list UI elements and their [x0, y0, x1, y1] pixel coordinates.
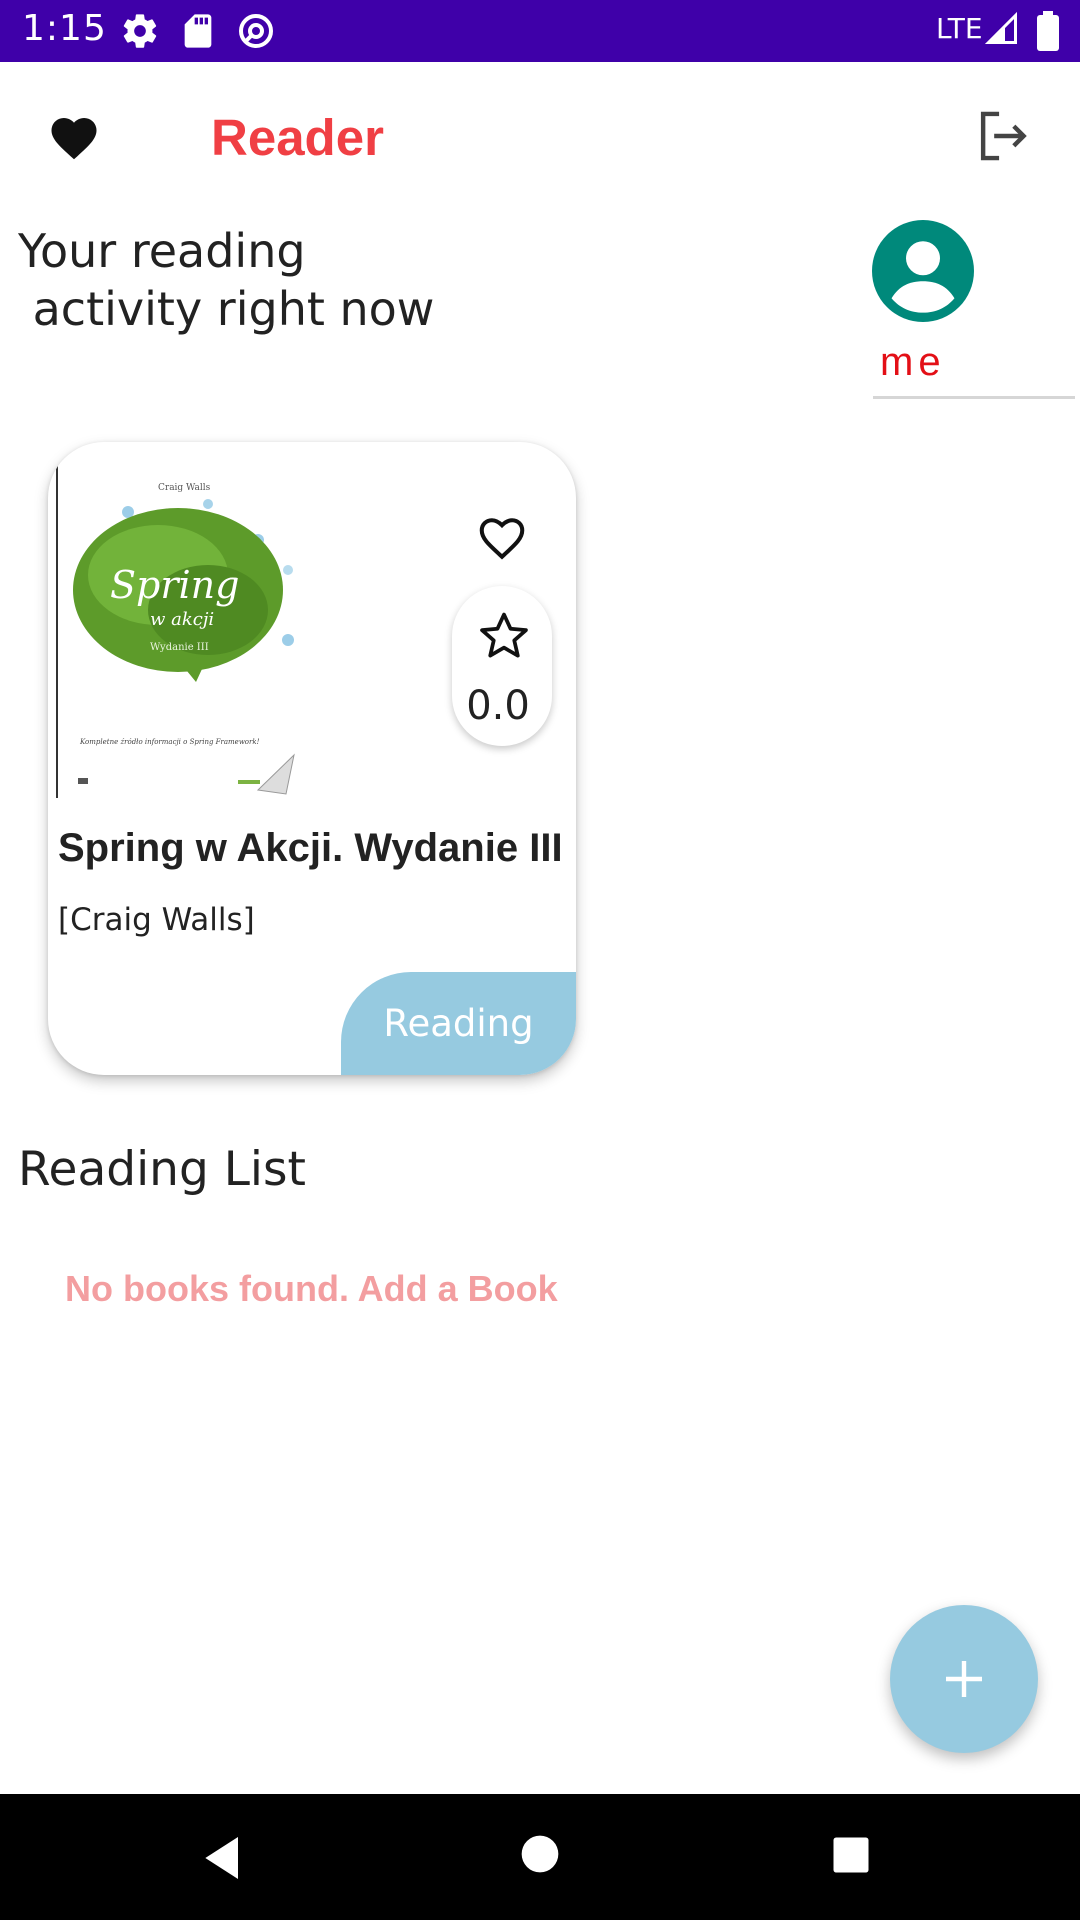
back-button[interactable]: [196, 1830, 252, 1886]
rating-value: 0.0: [466, 683, 530, 729]
network-type: LTE: [936, 12, 983, 45]
recents-icon: [833, 1837, 869, 1873]
favorite-outline-icon: [479, 518, 525, 560]
cover-tagline: Kompletne źródło informacji o Spring Fra…: [79, 738, 260, 746]
user-avatar[interactable]: [872, 220, 992, 340]
add-icon: [946, 1661, 982, 1697]
home-icon: [521, 1835, 559, 1873]
favorite-toggle[interactable]: [462, 496, 542, 576]
username: me: [880, 340, 946, 384]
logout-icon: [980, 111, 1027, 161]
signal-icon: [984, 11, 1024, 51]
book-author: [Craig Walls]: [58, 902, 255, 938]
settings-icon: [120, 11, 160, 51]
cover-author: Craig Walls: [158, 483, 211, 493]
book-title: Spring w Akcji. Wydanie III: [58, 826, 563, 870]
greeting-text: Your reading activity right now: [18, 224, 435, 336]
app-title: Reader: [211, 109, 384, 166]
cover-subtitle: w akcji: [150, 609, 214, 630]
add-book-button[interactable]: [890, 1605, 1038, 1753]
cover-edition: Wydanie III: [150, 642, 209, 653]
status-bar: 1:15 LTE: [0, 0, 1080, 62]
battery-icon: [1036, 11, 1076, 51]
username-underline: [873, 396, 1075, 399]
account-circle-icon: [872, 220, 974, 322]
logout-button[interactable]: [964, 96, 1044, 176]
status-time: 1:15: [22, 8, 107, 49]
empty-reading-list-message: No books found. Add a Book: [65, 1268, 558, 1309]
reading-status-button[interactable]: Reading: [341, 972, 576, 1075]
data-saver-icon: [236, 11, 276, 51]
sd-card-icon: [178, 11, 218, 51]
favorite-filled-icon: [51, 118, 97, 160]
current-book-card[interactable]: Craig Walls Spring w akcji Wydanie III K…: [48, 442, 576, 1075]
home-button[interactable]: [520, 1834, 560, 1874]
system-navigation-bar: [0, 1794, 1080, 1920]
back-icon: [205, 1837, 238, 1879]
book-cover: Craig Walls Spring w akcji Wydanie III K…: [56, 460, 302, 798]
star-outline-icon: [476, 608, 532, 664]
reading-list-title: Reading List: [18, 1142, 306, 1197]
cover-title: Spring: [110, 563, 239, 607]
favorites-button[interactable]: [34, 96, 114, 176]
recents-button[interactable]: [830, 1834, 872, 1876]
